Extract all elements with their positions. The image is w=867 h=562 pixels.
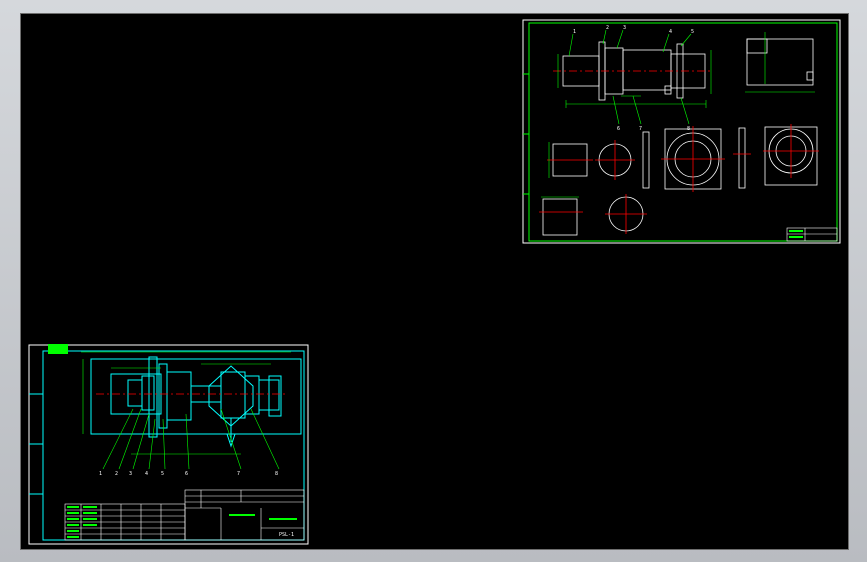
title-fill	[48, 344, 68, 354]
balloon: 2	[606, 25, 609, 31]
viewport: 1 2 3 4 5 6 7 8 PSL-1 1 2 3 4 5 6 7 8	[0, 0, 867, 562]
cad-drawing: 1 2 3 4 5 6 7 8 PSL-1 1 2 3 4 5 6 7 8	[28, 19, 841, 545]
balloon: 3	[623, 25, 626, 31]
balloon: 2	[115, 471, 118, 477]
dimension-lines	[745, 32, 815, 93]
balloon: 4	[669, 29, 672, 35]
part-balloons: 1 2 3 4 5 6 7 8	[573, 25, 694, 132]
dimension-lines	[557, 50, 712, 108]
balloon: 5	[691, 29, 694, 35]
title-block-small	[786, 227, 838, 242]
bracket-view	[746, 38, 814, 86]
assembly-balloons: 1 2 3 4 5 6 7 8	[99, 471, 278, 477]
drawing-canvas[interactable]: 1 2 3 4 5 6 7 8 PSL-1 1 2 3 4 5 6 7 8	[20, 13, 849, 550]
balloon: 1	[99, 471, 102, 477]
part-code: PSL-1	[279, 532, 294, 538]
parts-list	[64, 503, 186, 541]
balloon: 5	[161, 471, 164, 477]
balloon: 7	[237, 471, 240, 477]
leader-lines	[568, 29, 692, 125]
balloon: 3	[129, 471, 132, 477]
balloon: 8	[275, 471, 278, 477]
parts-sheet[interactable]: 1 2 3 4 5 6 7 8	[522, 19, 841, 244]
small-parts	[539, 124, 819, 236]
assembly-view	[90, 356, 302, 448]
assembly-sheet[interactable]: 1 2 3 4 5 6 7 8 PSL-1	[28, 344, 309, 545]
balloon: 1	[573, 29, 576, 35]
balloon: 6	[185, 471, 188, 477]
balloon: 4	[145, 471, 148, 477]
balloon: 6	[617, 126, 620, 132]
balloon: 7	[639, 126, 642, 132]
